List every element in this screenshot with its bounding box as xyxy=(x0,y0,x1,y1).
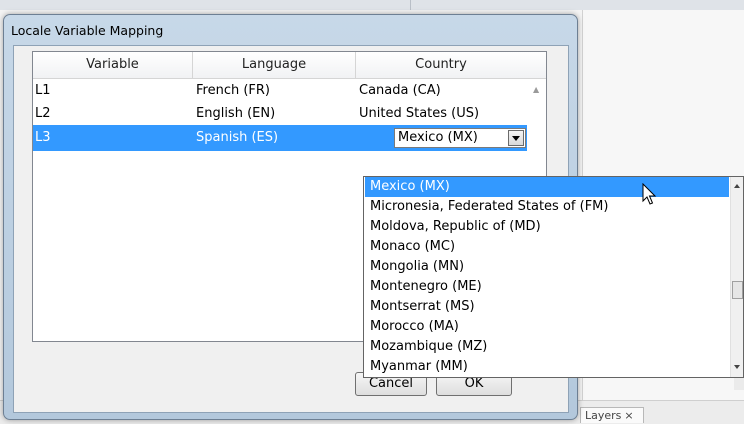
column-header-country[interactable]: Country xyxy=(356,52,526,78)
cell-language: French (FR) xyxy=(196,83,271,98)
dropdown-option[interactable]: Morocco (MA) xyxy=(365,317,729,337)
cell-variable: L2 xyxy=(35,106,51,121)
background-toolbar-strip xyxy=(0,0,744,10)
cell-variable: L3 xyxy=(35,130,51,145)
scrollbar-thumb[interactable] xyxy=(732,281,743,299)
dropdown-option[interactable]: Monaco (MC) xyxy=(365,237,729,257)
table-row[interactable]: L2 English (EN) United States (US) xyxy=(33,102,527,125)
layers-tab-label: Layers xyxy=(585,409,622,422)
dropdown-option[interactable]: Myanmar (MM) xyxy=(365,357,729,377)
chevron-down-icon xyxy=(512,136,520,141)
cell-language: Spanish (ES) xyxy=(196,130,279,145)
background-divider xyxy=(410,0,411,10)
cell-country: Canada (CA) xyxy=(359,83,441,98)
cell-language: English (EN) xyxy=(196,106,276,121)
country-combobox[interactable]: Mexico (MX) xyxy=(394,128,526,148)
table-header: Variable Language Country xyxy=(33,52,546,79)
table-row-selected[interactable]: L3 Spanish (ES) Mexico (MX) xyxy=(33,125,527,151)
dropdown-option[interactable]: Moldova, Republic of (MD) xyxy=(365,217,729,237)
arrow-cursor-icon xyxy=(642,183,657,205)
cell-country: United States (US) xyxy=(359,106,480,121)
combobox-dropdown-button[interactable] xyxy=(508,130,524,146)
dropdown-option-highlighted[interactable]: Mexico (MX) xyxy=(365,177,729,197)
table-scroll-up-icon[interactable]: ▲ xyxy=(533,85,539,94)
dropdown-option[interactable]: Montenegro (ME) xyxy=(365,277,729,297)
scroll-down-icon[interactable] xyxy=(734,365,740,369)
column-header-variable[interactable]: Variable xyxy=(33,52,193,78)
cell-variable: L1 xyxy=(35,83,51,98)
dropdown-scrollbar[interactable] xyxy=(730,177,743,377)
combobox-value: Mexico (MX) xyxy=(398,130,478,145)
layers-tab[interactable]: Layers × xyxy=(580,407,644,423)
dropdown-option[interactable]: Mongolia (MN) xyxy=(365,257,729,277)
column-header-language[interactable]: Language xyxy=(193,52,356,78)
dialog-title: Locale Variable Mapping xyxy=(11,23,164,38)
country-dropdown-list[interactable]: Mexico (MX) Micronesia, Federated States… xyxy=(363,176,744,378)
dropdown-option[interactable]: Montserrat (MS) xyxy=(365,297,729,317)
scroll-up-icon[interactable] xyxy=(734,184,740,188)
table-row[interactable]: L1 French (FR) Canada (CA) xyxy=(33,79,527,102)
dropdown-option[interactable]: Micronesia, Federated States of (FM) xyxy=(365,197,729,217)
close-icon[interactable]: × xyxy=(624,409,633,422)
dropdown-option[interactable]: Mozambique (MZ) xyxy=(365,337,729,357)
